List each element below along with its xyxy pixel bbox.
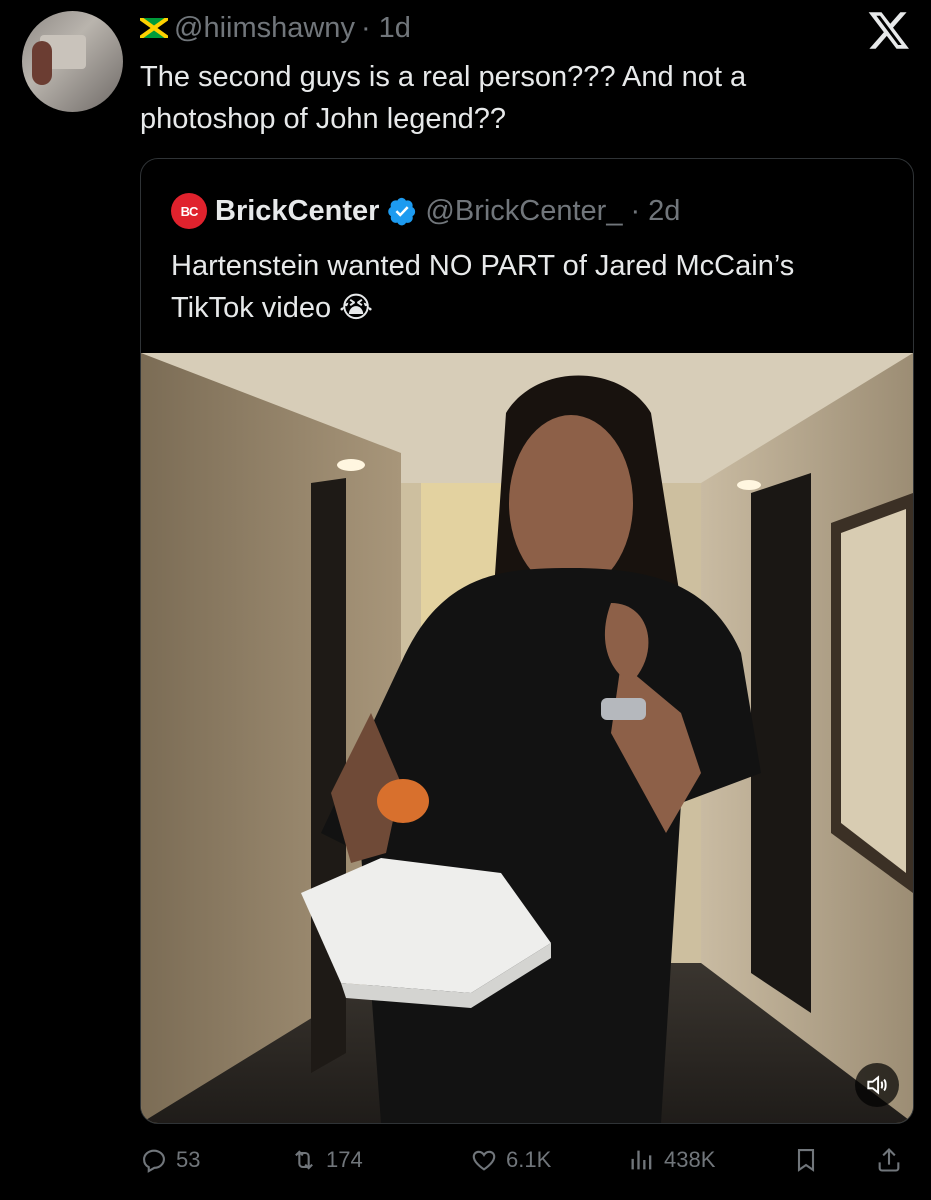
verified-badge-icon (388, 197, 416, 226)
like-count: 6.1K (506, 1147, 552, 1172)
quote-text-body: Hartenstein wanted NO PART of Jared McCa… (171, 250, 795, 324)
quote-header: BC BrickCenter @BrickCenter_ · 2d (171, 191, 680, 231)
x-logo-icon (868, 12, 909, 49)
tweet-header: @hiimshawny · 1d (140, 10, 411, 46)
crying-emoji: 😭 (339, 292, 374, 324)
quote-time[interactable]: · 2d (630, 195, 680, 228)
brickcenter-logo-text: BC (180, 203, 199, 219)
video-player[interactable] (141, 353, 913, 1123)
quoted-tweet[interactable]: BC BrickCenter @BrickCenter_ · 2d Harten… (140, 158, 914, 1124)
flag-icon (140, 18, 168, 38)
bookmark-icon (797, 1149, 815, 1172)
reply-icon (143, 1149, 165, 1173)
views-count: 438K (664, 1147, 716, 1172)
brickcenter-avatar[interactable]: BC (171, 193, 207, 229)
share-icon (878, 1148, 900, 1172)
user-handle[interactable]: @hiimshawny (174, 12, 355, 45)
repost-count: 174 (326, 1147, 363, 1172)
repost-icon (295, 1150, 313, 1170)
like-button[interactable]: 6.1K (470, 1146, 551, 1174)
action-bar: 53 174 6.1K 438K (140, 1140, 912, 1180)
speaker-button[interactable] (855, 1063, 899, 1107)
avatar[interactable] (22, 11, 123, 112)
tweet-text: The second guys is a real person??? And … (140, 61, 747, 135)
quote-display-name[interactable]: BrickCenter (215, 195, 379, 228)
share-button[interactable] (875, 1146, 903, 1174)
tweet-time[interactable]: · 1d (361, 12, 411, 45)
reply-button[interactable]: 53 (140, 1146, 200, 1174)
quote-handle[interactable]: @BrickCenter_ (425, 195, 622, 228)
bookmark-button[interactable] (792, 1146, 820, 1174)
repost-button[interactable]: 174 (290, 1146, 363, 1174)
quote-text: Hartenstein wanted NO PART of Jared McCa… (171, 245, 871, 329)
views-button[interactable]: 438K (628, 1146, 715, 1174)
video-frame (141, 353, 913, 1123)
reply-count: 53 (176, 1147, 201, 1172)
views-icon (631, 1150, 652, 1170)
avatar-image-detail (32, 41, 52, 85)
like-icon (472, 1150, 496, 1171)
speaker-icon (867, 1075, 887, 1095)
